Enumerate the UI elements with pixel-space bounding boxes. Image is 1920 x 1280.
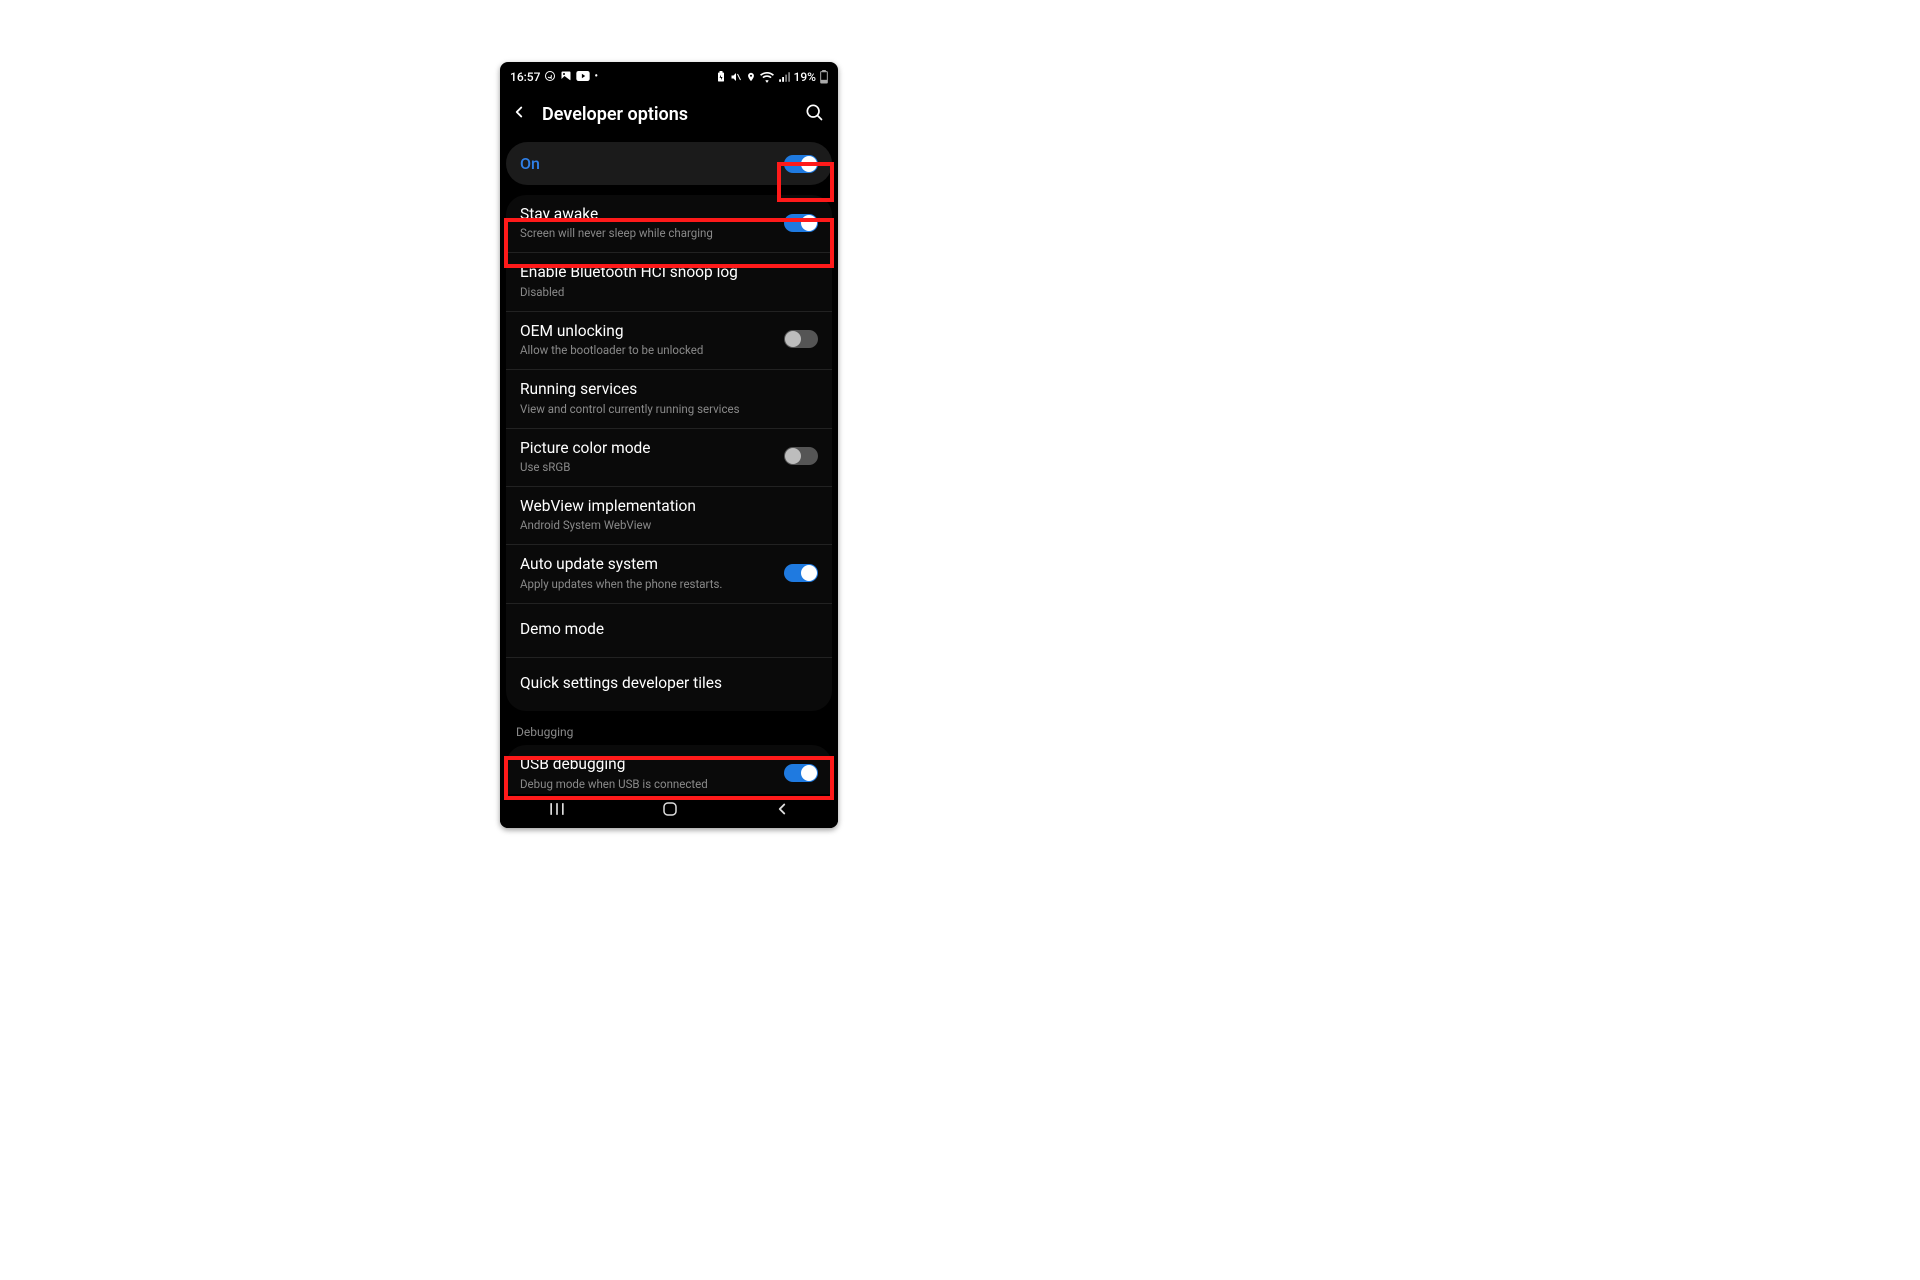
setting-title: Stay awake xyxy=(520,205,774,224)
setting-title: Running services xyxy=(520,380,818,399)
setting-title: Demo mode xyxy=(520,614,818,645)
settings-list: Stay awake Screen will never sleep while … xyxy=(506,195,832,711)
setting-subtitle: Apply updates when the phone restarts. xyxy=(520,577,774,591)
setting-title: Picture color mode xyxy=(520,439,774,458)
youtube-icon xyxy=(576,71,590,83)
toggle-oem-unlock[interactable] xyxy=(784,330,818,348)
battery-percent: 19% xyxy=(794,70,816,84)
master-toggle-label: On xyxy=(520,154,540,173)
master-toggle[interactable] xyxy=(784,155,818,173)
toggle-auto-update[interactable] xyxy=(784,564,818,582)
setting-subtitle: Screen will never sleep while charging xyxy=(520,226,774,240)
setting-row-demo-mode[interactable]: Demo mode xyxy=(506,604,832,658)
setting-row-qs-tiles[interactable]: Quick settings developer tiles xyxy=(506,658,832,711)
home-button[interactable] xyxy=(661,800,679,822)
image-icon xyxy=(560,70,572,84)
android-navbar xyxy=(500,794,838,828)
page-title: Developer options xyxy=(542,104,790,125)
back-nav-button[interactable] xyxy=(773,800,791,822)
setting-subtitle: Android System WebView xyxy=(520,518,818,532)
setting-title: WebView implementation xyxy=(520,497,818,516)
mute-icon xyxy=(730,71,742,83)
setting-title: Quick settings developer tiles xyxy=(520,668,818,699)
setting-title: Auto update system xyxy=(520,555,774,574)
setting-row-stay-awake[interactable]: Stay awake Screen will never sleep while … xyxy=(506,195,832,253)
status-bar: 16:57 • xyxy=(500,62,838,90)
setting-title: OEM unlocking xyxy=(520,322,774,341)
setting-subtitle: Debug mode when USB is connected xyxy=(520,777,774,791)
toggle-usb-debug[interactable] xyxy=(784,764,818,782)
setting-title: Enable Bluetooth HCI snoop log xyxy=(520,263,818,282)
setting-row-bt-hci[interactable]: Enable Bluetooth HCI snoop log Disabled xyxy=(506,253,832,311)
setting-row-pic-color[interactable]: Picture color mode Use sRGB xyxy=(506,429,832,487)
battery-icon xyxy=(820,70,828,84)
more-notifications-icon: • xyxy=(594,72,598,82)
setting-subtitle: Use sRGB xyxy=(520,460,774,474)
toggle-stay-awake[interactable] xyxy=(784,214,818,232)
setting-subtitle: Allow the bootloader to be unlocked xyxy=(520,343,774,357)
app-header: Developer options xyxy=(500,90,838,136)
section-header-debugging: Debugging xyxy=(500,711,838,745)
back-button[interactable] xyxy=(510,103,528,125)
setting-title: USB debugging xyxy=(520,755,774,774)
search-icon xyxy=(804,102,824,122)
signal-icon xyxy=(778,71,790,83)
setting-row-oem-unlock[interactable]: OEM unlocking Allow the bootloader to be … xyxy=(506,312,832,370)
setting-row-running-svc[interactable]: Running services View and control current… xyxy=(506,370,832,428)
setting-row-webview[interactable]: WebView implementation Android System Web… xyxy=(506,487,832,545)
search-button[interactable] xyxy=(804,102,824,126)
master-toggle-row[interactable]: On xyxy=(506,142,832,185)
whatsapp-icon xyxy=(544,70,556,84)
toggle-pic-color[interactable] xyxy=(784,447,818,465)
chevron-left-icon xyxy=(510,103,528,121)
battery-saver-icon xyxy=(716,71,726,83)
wifi-icon xyxy=(760,71,774,83)
setting-subtitle: View and control currently running servi… xyxy=(520,402,818,416)
location-icon xyxy=(746,71,756,83)
setting-subtitle: Disabled xyxy=(520,285,818,299)
status-time: 16:57 xyxy=(510,70,540,84)
setting-row-auto-update[interactable]: Auto update system Apply updates when the… xyxy=(506,545,832,603)
recents-button[interactable] xyxy=(547,801,567,821)
phone-frame: 16:57 • xyxy=(500,62,838,828)
